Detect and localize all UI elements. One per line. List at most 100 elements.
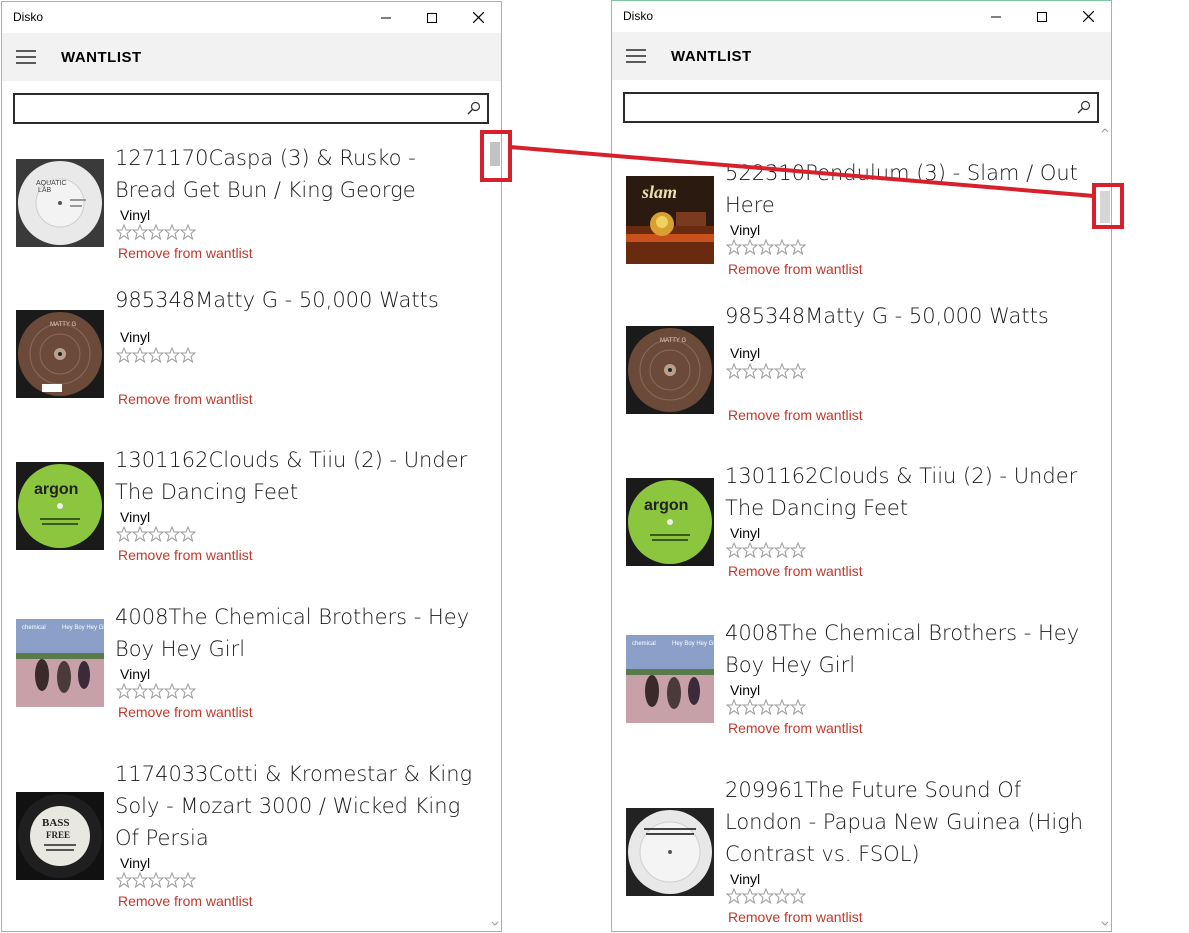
item-title: 985348Matty G - 50,000 Watts xyxy=(115,288,439,312)
star-icon[interactable] xyxy=(148,347,164,363)
star-icon[interactable] xyxy=(132,347,148,363)
star-icon[interactable] xyxy=(726,239,742,255)
star-icon[interactable] xyxy=(148,526,164,542)
search-input[interactable] xyxy=(19,97,463,121)
star-icon[interactable] xyxy=(742,542,758,558)
remove-from-wantlist-link[interactable]: Remove from wantlist xyxy=(118,704,253,720)
star-icon[interactable] xyxy=(132,683,148,699)
remove-from-wantlist-link[interactable]: Remove from wantlist xyxy=(728,563,863,579)
star-rating[interactable] xyxy=(116,683,196,699)
star-rating[interactable] xyxy=(116,347,196,363)
minimize-button[interactable] xyxy=(363,2,409,33)
search-input[interactable] xyxy=(629,96,1073,120)
star-icon[interactable] xyxy=(774,239,790,255)
remove-from-wantlist-link[interactable]: Remove from wantlist xyxy=(118,391,253,407)
star-icon[interactable] xyxy=(774,888,790,904)
star-icon[interactable] xyxy=(742,888,758,904)
remove-from-wantlist-link[interactable]: Remove from wantlist xyxy=(118,547,253,563)
star-icon[interactable] xyxy=(758,239,774,255)
star-rating[interactable] xyxy=(726,239,806,255)
star-icon[interactable] xyxy=(758,542,774,558)
scroll-down-icon[interactable] xyxy=(491,921,499,927)
app-bar: WANTLIST xyxy=(2,33,501,81)
star-icon[interactable] xyxy=(148,683,164,699)
star-icon[interactable] xyxy=(758,888,774,904)
scroll-thumb[interactable] xyxy=(1100,191,1110,223)
remove-from-wantlist-link[interactable]: Remove from wantlist xyxy=(118,245,253,261)
vertical-scrollbar[interactable] xyxy=(489,126,501,931)
star-rating[interactable] xyxy=(726,363,806,379)
close-button[interactable] xyxy=(1065,1,1111,32)
star-icon[interactable] xyxy=(726,699,742,715)
scroll-up-icon[interactable] xyxy=(491,128,499,134)
star-icon[interactable] xyxy=(726,888,742,904)
star-icon[interactable] xyxy=(164,347,180,363)
vertical-scrollbar[interactable] xyxy=(1099,125,1111,931)
star-icon[interactable] xyxy=(132,224,148,240)
star-icon[interactable] xyxy=(180,347,196,363)
menu-button[interactable] xyxy=(624,46,648,66)
svg-text:Hey Boy Hey Girl: Hey Boy Hey Girl xyxy=(62,625,104,631)
page-title: WANTLIST xyxy=(61,49,142,66)
star-icon[interactable] xyxy=(742,239,758,255)
star-icon[interactable] xyxy=(164,872,180,888)
scroll-down-icon[interactable] xyxy=(1101,921,1109,927)
remove-from-wantlist-link[interactable]: Remove from wantlist xyxy=(728,407,863,423)
remove-from-wantlist-link[interactable]: Remove from wantlist xyxy=(728,720,863,736)
item-title: 1301162Clouds & Tiiu (2) - Under The Dan… xyxy=(725,464,1078,520)
star-icon[interactable] xyxy=(726,542,742,558)
scroll-up-icon[interactable] xyxy=(1101,127,1109,133)
star-icon[interactable] xyxy=(180,224,196,240)
star-icon[interactable] xyxy=(742,699,758,715)
remove-from-wantlist-link[interactable]: Remove from wantlist xyxy=(728,909,863,925)
maximize-button[interactable] xyxy=(1019,1,1065,32)
search-icon[interactable] xyxy=(1077,100,1091,114)
star-icon[interactable] xyxy=(116,683,132,699)
star-icon[interactable] xyxy=(774,542,790,558)
remove-from-wantlist-link[interactable]: Remove from wantlist xyxy=(118,893,253,909)
star-icon[interactable] xyxy=(164,683,180,699)
star-icon[interactable] xyxy=(116,347,132,363)
maximize-icon xyxy=(1037,11,1047,22)
star-icon[interactable] xyxy=(148,872,164,888)
star-icon[interactable] xyxy=(132,526,148,542)
item-title: 1271170Caspa (3) & Rusko - Bread Get Bun… xyxy=(115,146,416,202)
star-icon[interactable] xyxy=(774,363,790,379)
minimize-button[interactable] xyxy=(973,1,1019,32)
star-icon[interactable] xyxy=(180,872,196,888)
star-icon[interactable] xyxy=(116,526,132,542)
star-icon[interactable] xyxy=(790,239,806,255)
star-icon[interactable] xyxy=(790,699,806,715)
search-icon[interactable] xyxy=(467,101,481,115)
star-icon[interactable] xyxy=(790,888,806,904)
star-rating[interactable] xyxy=(726,699,806,715)
menu-button[interactable] xyxy=(14,47,38,67)
star-icon[interactable] xyxy=(132,872,148,888)
remove-from-wantlist-link[interactable]: Remove from wantlist xyxy=(728,261,863,277)
star-icon[interactable] xyxy=(742,363,758,379)
star-icon[interactable] xyxy=(790,363,806,379)
star-icon[interactable] xyxy=(164,526,180,542)
star-icon[interactable] xyxy=(180,683,196,699)
star-rating[interactable] xyxy=(116,526,196,542)
star-icon[interactable] xyxy=(758,699,774,715)
star-rating[interactable] xyxy=(726,888,806,904)
star-icon[interactable] xyxy=(726,363,742,379)
maximize-button[interactable] xyxy=(409,2,455,33)
scroll-thumb[interactable] xyxy=(490,142,500,166)
star-icon[interactable] xyxy=(164,224,180,240)
star-icon[interactable] xyxy=(758,363,774,379)
search-box[interactable] xyxy=(13,93,489,124)
search-box[interactable] xyxy=(623,92,1099,123)
item-title: 985348Matty G - 50,000 Watts xyxy=(725,304,1049,328)
star-rating[interactable] xyxy=(116,872,196,888)
close-button[interactable] xyxy=(455,2,501,33)
star-rating[interactable] xyxy=(726,542,806,558)
star-icon[interactable] xyxy=(116,224,132,240)
star-icon[interactable] xyxy=(790,542,806,558)
star-icon[interactable] xyxy=(116,872,132,888)
star-icon[interactable] xyxy=(180,526,196,542)
star-icon[interactable] xyxy=(148,224,164,240)
star-icon[interactable] xyxy=(774,699,790,715)
star-rating[interactable] xyxy=(116,224,196,240)
